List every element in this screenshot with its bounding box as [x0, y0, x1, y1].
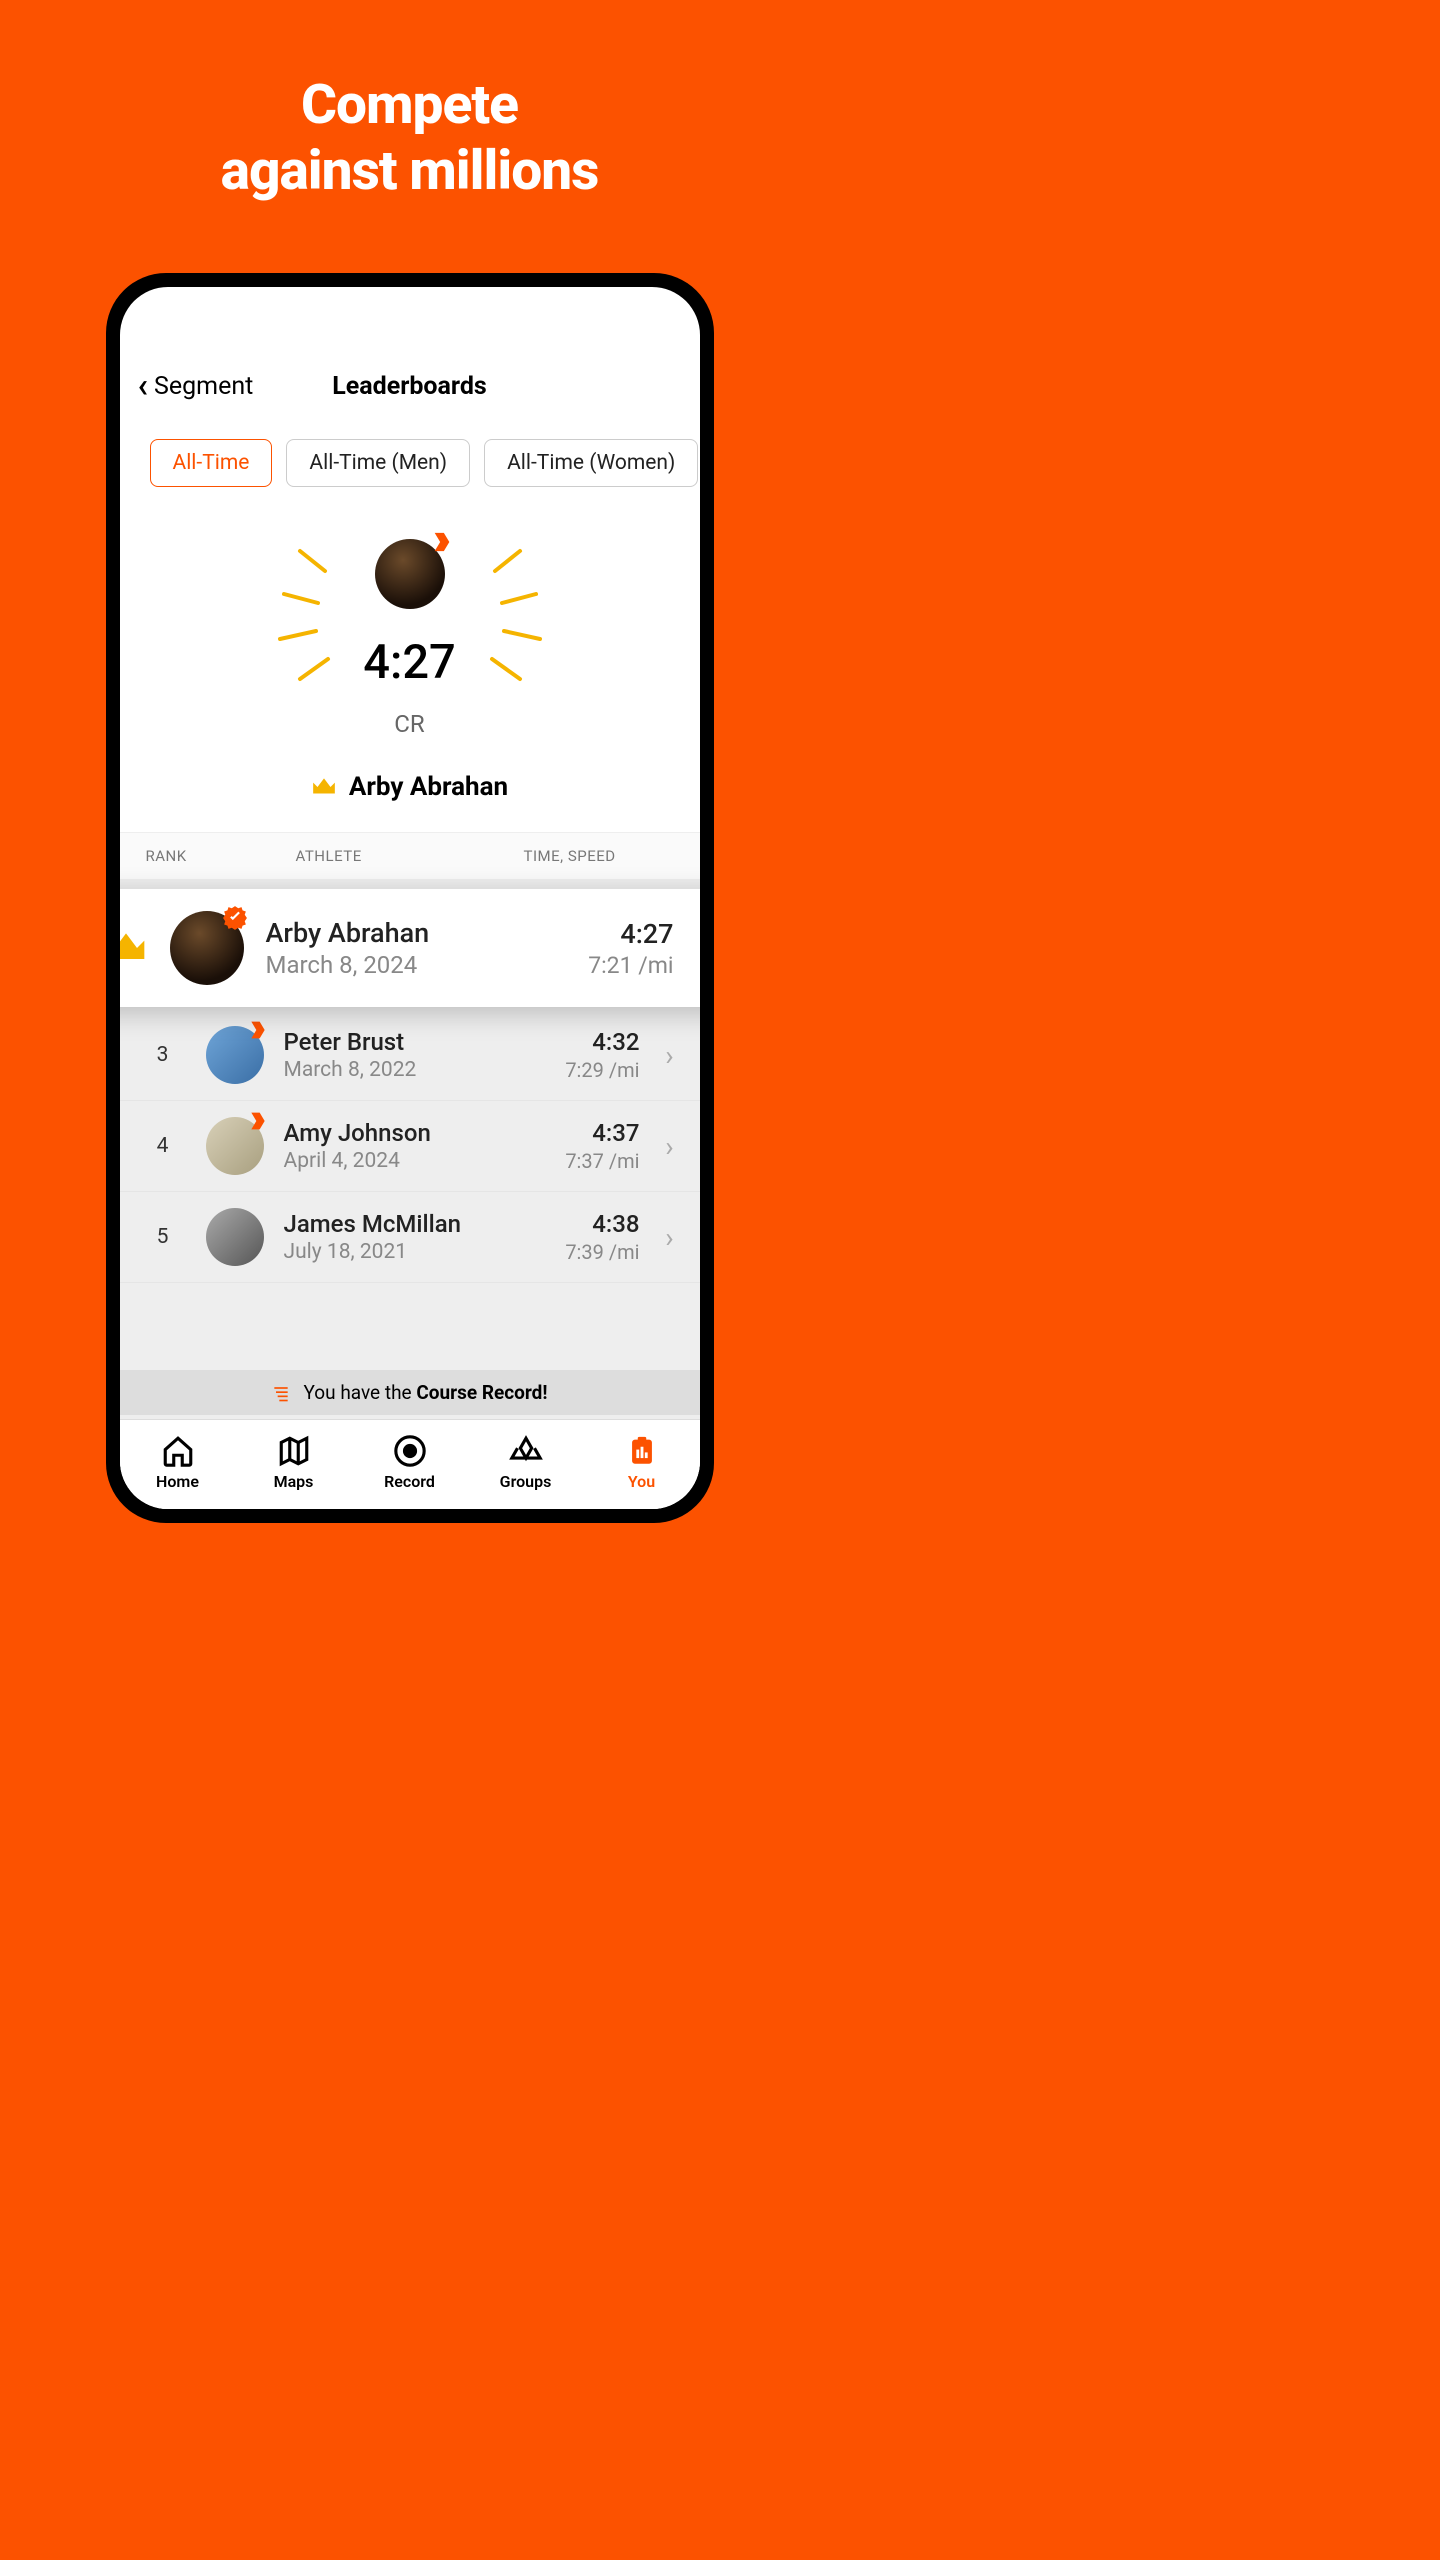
- phone-frame: ‹ Segment Leaderboards All-Time All-Time…: [106, 273, 714, 1523]
- header: ‹ Segment Leaderboards: [120, 369, 700, 421]
- leaderboard-row-highlighted[interactable]: Arby Abrahan March 8, 2024 4:27 7:21 /mi…: [120, 889, 700, 1007]
- leaderboard-row[interactable]: 5 James McMillan July 18, 2021 4:38 7:39…: [120, 1192, 700, 1283]
- avatar-marker-icon: [248, 1111, 268, 1131]
- filter-chip-all-time-women[interactable]: All-Time (Women): [484, 439, 698, 487]
- tab-maps[interactable]: Maps: [236, 1434, 352, 1491]
- column-rank: RANK: [146, 847, 216, 865]
- phone-screen: ‹ Segment Leaderboards All-Time All-Time…: [120, 287, 700, 1509]
- chevron-right-icon: ›: [660, 1130, 680, 1163]
- tab-home[interactable]: Home: [120, 1434, 236, 1491]
- course-record-section: 4:27 CR Arby Abrahan: [120, 509, 700, 832]
- athlete-avatar: [170, 911, 244, 985]
- leaderboard-row[interactable]: 3 Peter Brust March 8, 2022 4:32 7:29 /m…: [120, 1010, 700, 1101]
- athlete-avatar: [206, 1026, 264, 1084]
- athlete-avatar: [206, 1208, 264, 1266]
- crown-icon: [311, 776, 337, 798]
- rank-value: 5: [140, 1225, 186, 1249]
- rank-value: 3: [140, 1043, 186, 1067]
- filter-chip-all-time-men[interactable]: All-Time (Men): [286, 439, 470, 487]
- athlete-avatar: [206, 1117, 264, 1175]
- pace-value: 7:29 /mi: [540, 1058, 640, 1082]
- table-header: RANK ATHLETE TIME, SPEED: [120, 832, 700, 880]
- record-holder-name: Arby Abrahan: [349, 772, 508, 802]
- athlete-date: July 18, 2021: [284, 1240, 520, 1264]
- time-value: 4:37: [540, 1119, 640, 1147]
- record-icon: [393, 1434, 427, 1468]
- athlete-name: Arby Abrahan: [266, 917, 552, 949]
- avatar-badge-icon: [431, 531, 453, 553]
- athlete-date: March 8, 2022: [284, 1058, 520, 1082]
- pace-value: 7:21 /mi: [574, 952, 674, 979]
- crown-icon: [120, 929, 148, 967]
- record-cr-label: CR: [120, 710, 700, 738]
- course-record-banner: You have the Course Record!: [120, 1370, 700, 1415]
- tab-record[interactable]: Record: [352, 1434, 468, 1491]
- page-title: Leaderboards: [332, 372, 487, 401]
- back-label: Segment: [154, 372, 253, 401]
- athlete-date: March 8, 2024: [266, 951, 552, 979]
- record-flag-icon: [271, 1383, 291, 1403]
- time-value: 4:27: [574, 918, 674, 950]
- maps-icon: [277, 1434, 311, 1468]
- filter-chip-all-time[interactable]: All-Time: [150, 439, 273, 487]
- chevron-right-icon: ›: [660, 1221, 680, 1254]
- column-time: TIME, SPEED: [524, 847, 674, 865]
- pace-value: 7:39 /mi: [540, 1240, 640, 1264]
- athlete-name: Amy Johnson: [284, 1119, 520, 1147]
- tab-groups[interactable]: Groups: [468, 1434, 584, 1491]
- chevron-right-icon: ›: [696, 928, 700, 968]
- filter-chips-row: All-Time All-Time (Men) All-Time (Women)…: [120, 421, 700, 509]
- pace-value: 7:37 /mi: [540, 1149, 640, 1173]
- time-value: 4:38: [540, 1210, 640, 1238]
- leaderboard-row[interactable]: 4 Amy Johnson April 4, 2024 4:37 7:37 /m…: [120, 1101, 700, 1192]
- back-button[interactable]: ‹ Segment: [138, 369, 254, 403]
- athlete-date: April 4, 2024: [284, 1149, 520, 1173]
- time-value: 4:32: [540, 1028, 640, 1056]
- you-icon: [625, 1434, 659, 1468]
- tab-you[interactable]: You: [584, 1434, 700, 1491]
- home-icon: [161, 1434, 195, 1468]
- verified-badge-icon: [222, 905, 248, 931]
- chevron-back-icon: ‹: [138, 369, 149, 403]
- avatar-marker-icon: [248, 1020, 268, 1040]
- hero-headline: Compete against millions: [0, 0, 819, 204]
- athlete-name: James McMillan: [284, 1210, 520, 1238]
- record-time: 4:27: [120, 635, 700, 690]
- groups-icon: [509, 1434, 543, 1468]
- athlete-name: Peter Brust: [284, 1028, 520, 1056]
- column-athlete: ATHLETE: [216, 847, 524, 865]
- banner-bold: Course Record!: [416, 1381, 547, 1404]
- tab-bar: Home Maps Record Groups You: [120, 1419, 700, 1509]
- banner-prefix: You have the: [303, 1381, 416, 1404]
- chevron-right-icon: ›: [660, 1039, 680, 1072]
- rank-value: 4: [140, 1134, 186, 1158]
